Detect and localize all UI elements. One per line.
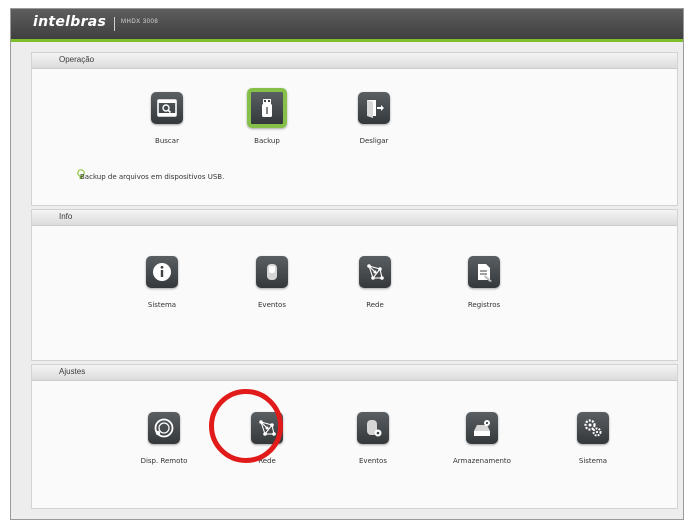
- menu-item-armazenamento[interactable]: Armazenamento: [437, 412, 527, 465]
- menu-item-backup[interactable]: Backup: [222, 88, 312, 145]
- search-film-icon: [151, 92, 183, 124]
- menu-item-label: Armazenamento: [453, 457, 511, 465]
- top-bar: intelbras MHDX 3008: [11, 9, 683, 42]
- menu-item-ajustes-rede[interactable]: Rede: [222, 412, 312, 465]
- menu-item-label: Registros: [467, 301, 501, 309]
- menu-item-disp-remoto[interactable]: Disp. Remoto: [119, 412, 209, 465]
- model-label: MHDX 3008: [121, 19, 159, 25]
- menu-item-desligar[interactable]: Desligar: [329, 92, 419, 145]
- menu-item-ajustes-sistema[interactable]: Sistema: [548, 412, 638, 465]
- section-header: Info: [32, 210, 677, 226]
- menu-item-label: Eventos: [258, 301, 286, 309]
- section-title: Info: [59, 212, 73, 221]
- tip-text: Backup de arquivos em dispositivos USB.: [80, 173, 225, 181]
- section-header: Ajustes: [32, 365, 677, 381]
- log-icon: [468, 256, 500, 288]
- network-icon: [251, 412, 283, 444]
- menu-item-ajustes-eventos[interactable]: Eventos: [328, 412, 418, 465]
- menu-item-label: Rede: [366, 301, 384, 309]
- menu-item-label: Buscar: [155, 137, 179, 145]
- section-title: Operação: [59, 55, 95, 64]
- menu-item-label: Eventos: [359, 457, 387, 465]
- section-title: Ajustes: [59, 367, 86, 376]
- menu-item-label: Desligar: [359, 137, 389, 145]
- network-icon: [359, 256, 391, 288]
- menu-item-info-sistema[interactable]: Sistema: [117, 256, 207, 309]
- menu-item-label: Sistema: [578, 457, 608, 465]
- menu-item-label: Sistema: [147, 301, 177, 309]
- menu-item-info-rede[interactable]: Rede: [330, 256, 420, 309]
- section-ajustes: Ajustes Disp. Remoto Rede Eventos Armaze…: [31, 364, 678, 509]
- section-header: Operação: [32, 53, 677, 69]
- logo-divider: [114, 17, 115, 31]
- menu-item-info-registros[interactable]: Registros: [439, 256, 529, 309]
- brand-logo: intelbras: [33, 14, 107, 30]
- gears-icon: [577, 412, 609, 444]
- section-operacao: Operação Buscar Backup Desligar Backup d…: [31, 52, 678, 206]
- event-settings-icon: [357, 412, 389, 444]
- menu-item-label: Backup: [254, 137, 280, 145]
- info-icon: [146, 256, 178, 288]
- usb-icon: [247, 88, 287, 128]
- menu-item-info-eventos[interactable]: Eventos: [227, 256, 317, 309]
- event-icon: [256, 256, 288, 288]
- app-window: intelbras MHDX 3008 Operação Buscar Back…: [10, 8, 684, 520]
- remote-device-icon: [148, 412, 180, 444]
- menu-item-buscar[interactable]: Buscar: [122, 92, 212, 145]
- menu-item-label: Rede: [258, 457, 276, 465]
- menu-item-label: Disp. Remoto: [140, 457, 188, 465]
- storage-icon: [466, 412, 498, 444]
- exit-door-icon: [358, 92, 390, 124]
- section-info: Info Sistema Eventos Rede Registros: [31, 209, 678, 361]
